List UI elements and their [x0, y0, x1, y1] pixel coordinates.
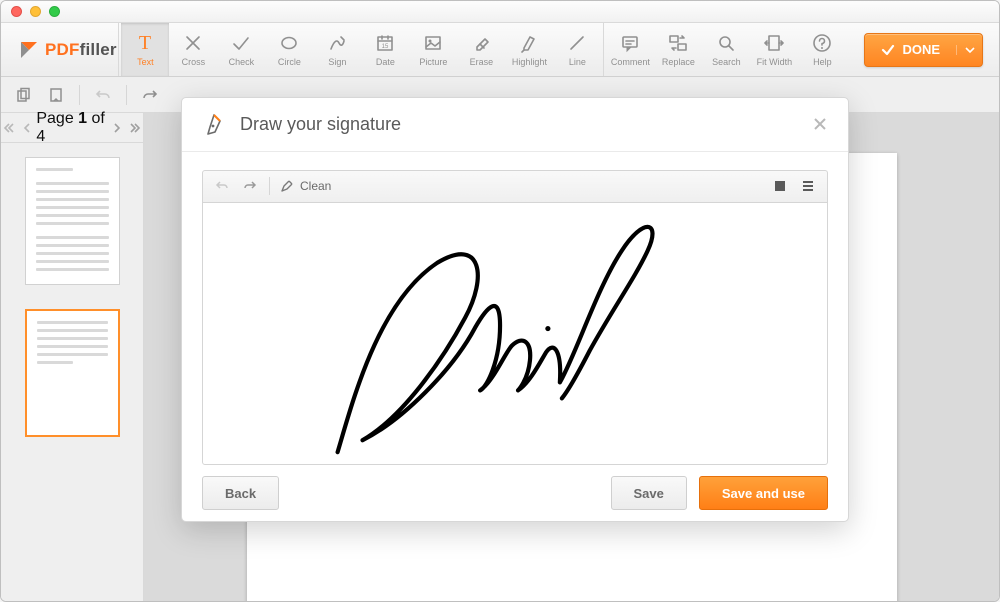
clean-button[interactable]: Clean [280, 179, 331, 193]
signature-drawing [203, 203, 827, 464]
signature-canvas[interactable] [202, 202, 828, 465]
draw-toolbar: Clean [202, 170, 828, 202]
clean-label: Clean [300, 179, 331, 193]
draw-redo[interactable] [241, 177, 259, 195]
save-label: Save [634, 486, 664, 501]
save-button[interactable]: Save [611, 476, 687, 510]
modal-header: Draw your signature [182, 98, 848, 152]
thickness-fill-icon[interactable] [771, 177, 789, 195]
app-window: PDFfiller TTextCrossCheckCircleSign15Dat… [0, 0, 1000, 602]
broom-icon [280, 179, 294, 193]
save-and-use-button[interactable]: Save and use [699, 476, 828, 510]
back-button[interactable]: Back [202, 476, 279, 510]
save-and-use-label: Save and use [722, 486, 805, 501]
pen-nib-icon [202, 112, 226, 136]
signature-modal: Draw your signature Clean [181, 97, 849, 522]
modal-title: Draw your signature [240, 114, 401, 135]
draw-undo[interactable] [213, 177, 231, 195]
modal-body: Clean [182, 152, 848, 465]
modal-close-button[interactable] [812, 116, 828, 132]
back-label: Back [225, 486, 256, 501]
thickness-lines-icon[interactable] [799, 177, 817, 195]
close-icon [812, 116, 828, 132]
modal-footer: Back Save Save and use [182, 465, 848, 521]
